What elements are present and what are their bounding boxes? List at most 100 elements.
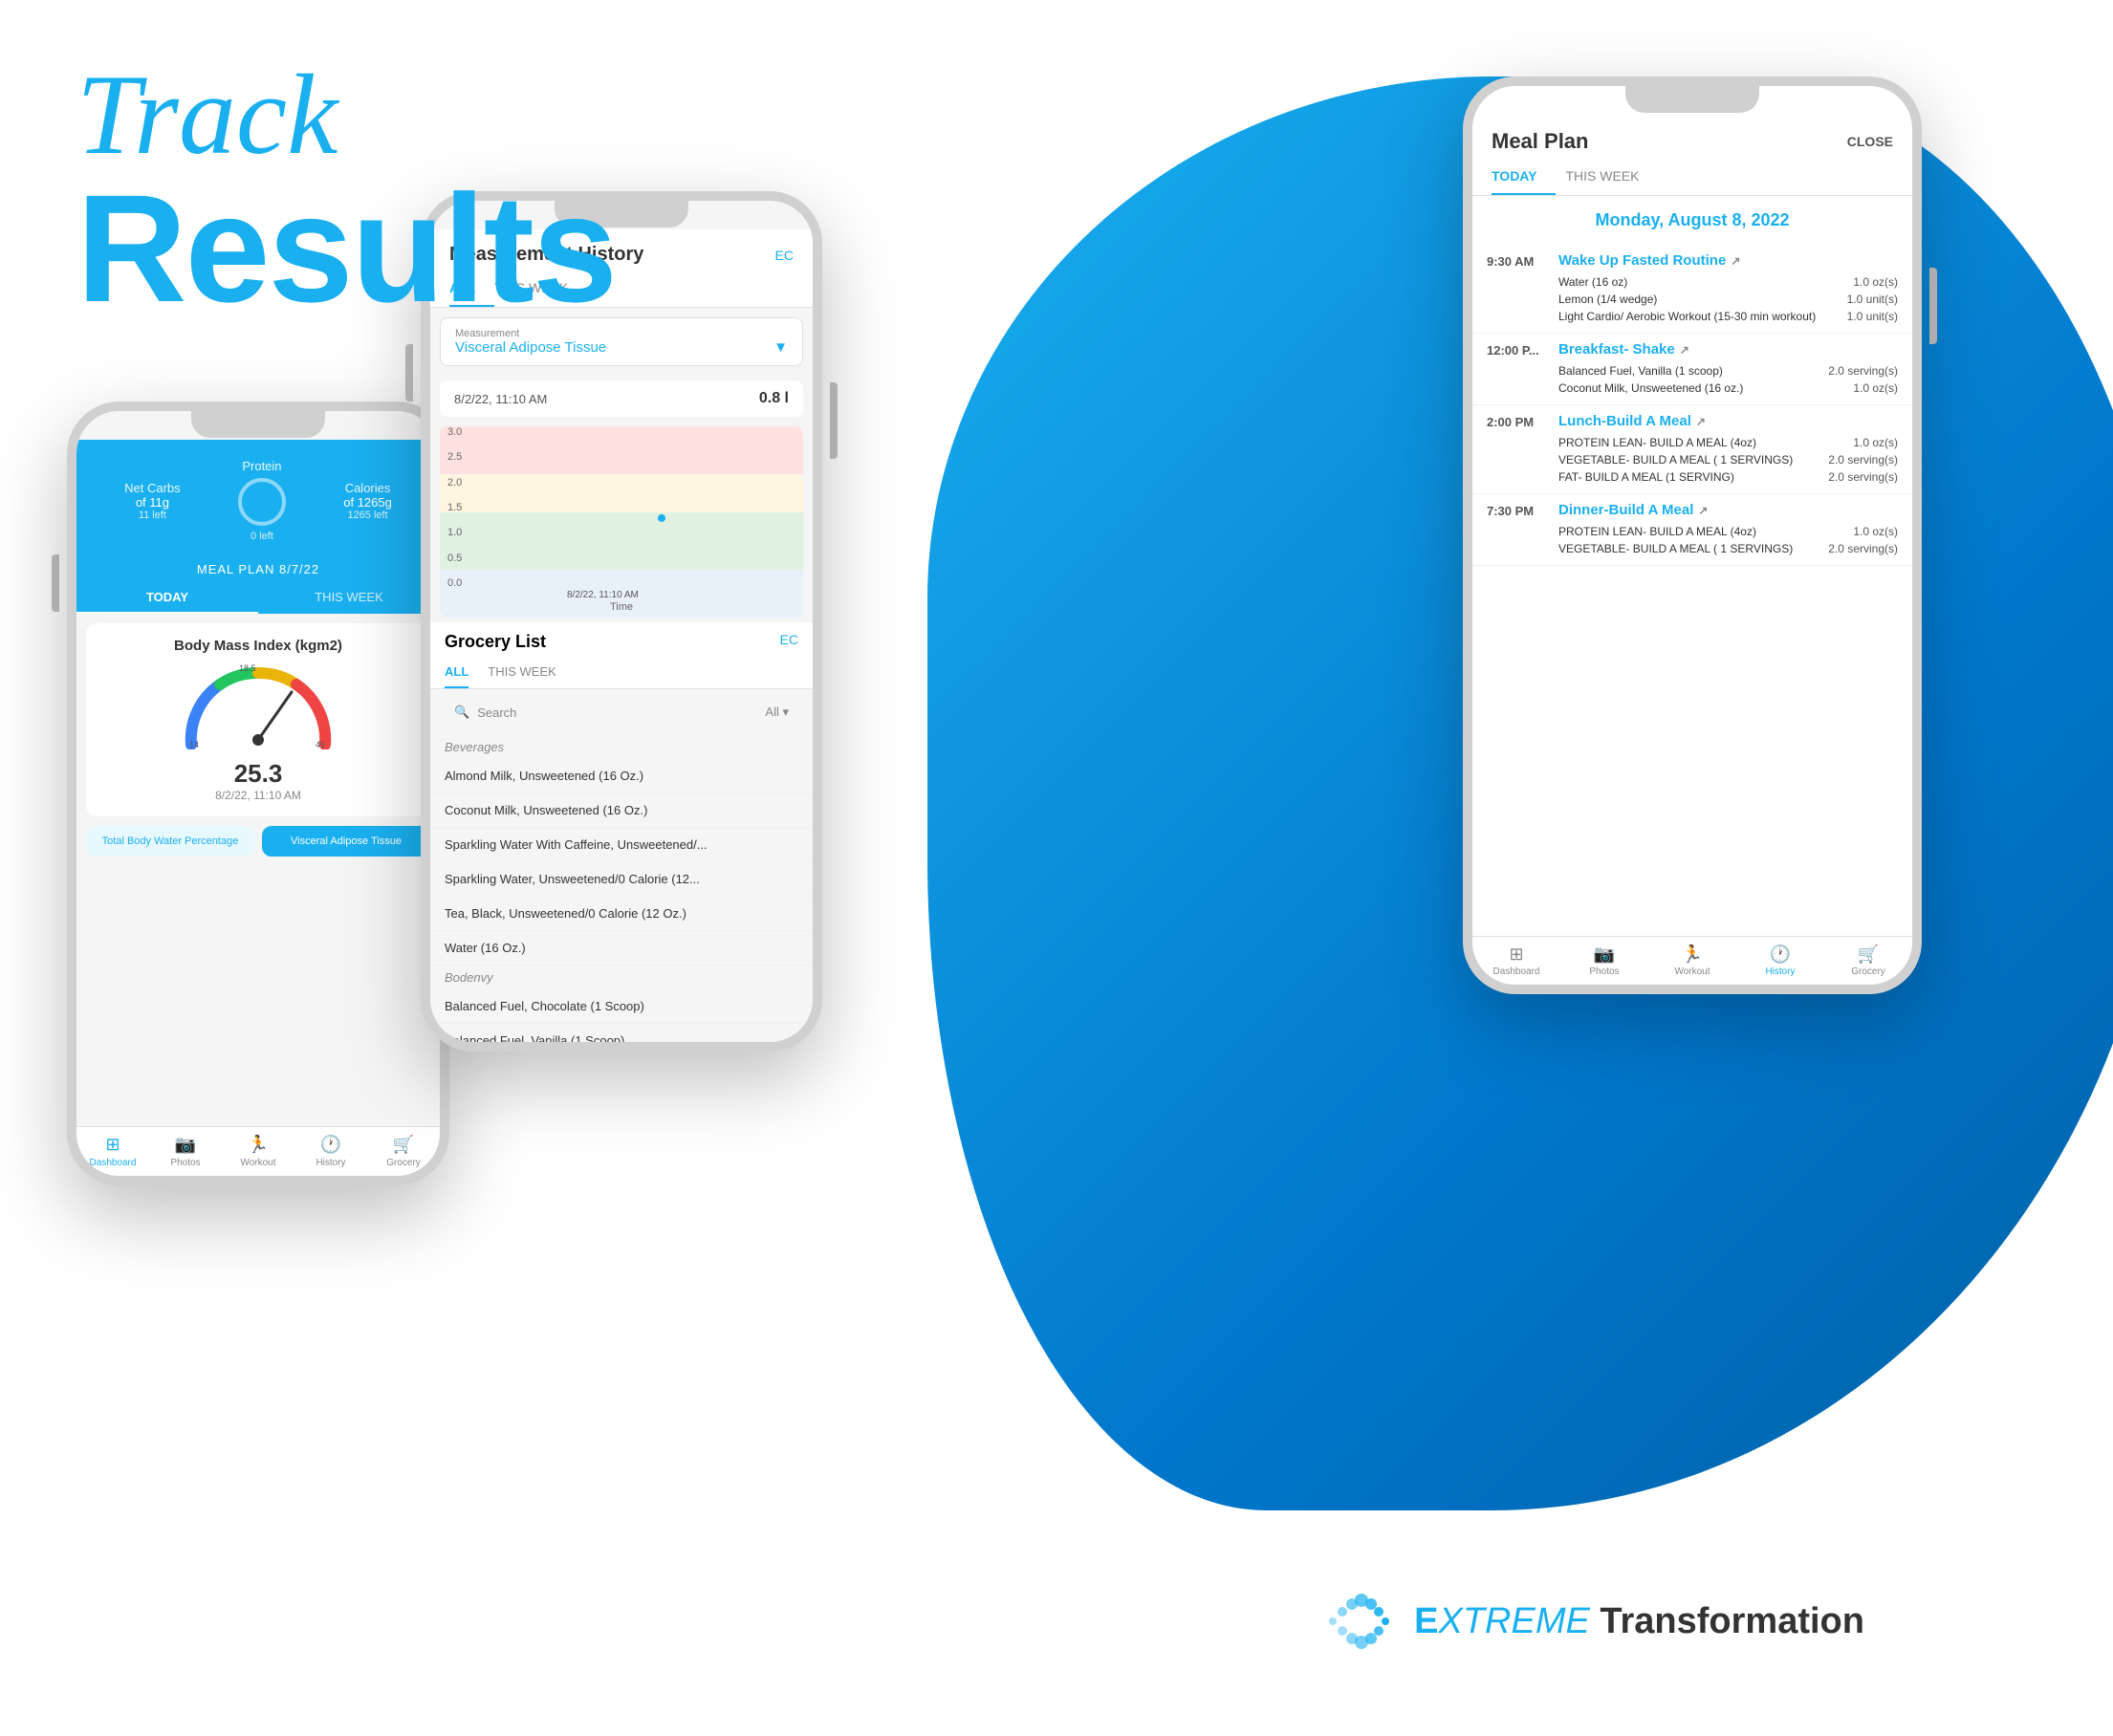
- meal-tab-week[interactable]: THIS WEEK: [1565, 159, 1658, 195]
- workout-icon: 🏃: [248, 1135, 269, 1155]
- nav3-history[interactable]: 🕐 History: [1736, 944, 1824, 977]
- wake-up-time: 9:30 AM: [1487, 252, 1549, 325]
- results-label: Results: [76, 172, 616, 325]
- breakfast-content: Breakfast- Shake ↗ Balanced Fuel, Vanill…: [1558, 341, 1898, 397]
- total-body-label: Total Body Water Percentage: [96, 835, 245, 847]
- protein-stat: Protein 0 left: [238, 459, 286, 542]
- nav-history[interactable]: 🕐 History: [294, 1135, 367, 1168]
- meal-tab-today[interactable]: TODAY: [1492, 159, 1556, 195]
- tab-today[interactable]: TODAY: [76, 582, 258, 614]
- bmi-gauge-svg: 14 18.5 45: [182, 663, 335, 749]
- nav-dashboard[interactable]: ⊞ Dashboard: [76, 1135, 149, 1168]
- grocery-tab-all[interactable]: ALL: [445, 657, 468, 688]
- close-button[interactable]: CLOSE: [1847, 134, 1893, 149]
- grocery-edit[interactable]: EC: [780, 632, 798, 652]
- svg-text:45: 45: [316, 740, 325, 749]
- grocery-header: Grocery List EC: [430, 622, 813, 657]
- net-carbs-left: 11 left: [124, 510, 181, 521]
- lunch-link-icon: ↗: [1696, 415, 1706, 428]
- lunch-content: Lunch-Build A Meal ↗ PROTEIN LEAN- BUILD…: [1558, 413, 1898, 486]
- calories-left: 1265 left: [343, 510, 392, 521]
- wake-up-item-1: Water (16 oz) 1.0 oz(s): [1558, 273, 1898, 291]
- nav3-photos-icon: 📷: [1594, 944, 1615, 965]
- volume-button-2: [405, 344, 413, 401]
- lunch-item-2-name: VEGETABLE- BUILD A MEAL ( 1 SERVINGS): [1558, 453, 1828, 467]
- chart-zone-green: [440, 512, 803, 570]
- power-button-2: [830, 382, 838, 459]
- tab-this-week[interactable]: THIS WEEK: [258, 582, 440, 614]
- protein-circle: [238, 478, 286, 526]
- dinner-item-1: PROTEIN LEAN- BUILD A MEAL (4oz) 1.0 oz(…: [1558, 523, 1898, 540]
- meal-plan-title: Meal Plan: [1492, 129, 1588, 154]
- grocery-tabs: ALL THIS WEEK: [430, 657, 813, 689]
- breakfast-item-1: Balanced Fuel, Vanilla (1 scoop) 2.0 ser…: [1558, 362, 1898, 380]
- meal-lunch: 2:00 PM Lunch-Build A Meal ↗ PROTEIN LEA…: [1472, 405, 1912, 494]
- meal-plan-bar: MEAL PLAN 8/7/22: [76, 556, 440, 582]
- breakfast-title-text: Breakfast- Shake: [1558, 341, 1675, 358]
- breakfast-item-1-qty: 2.0 serving(s): [1828, 364, 1898, 378]
- all-filter-label: All ▾: [765, 705, 789, 720]
- dinner-item-1-name: PROTEIN LEAN- BUILD A MEAL (4oz): [1558, 525, 1853, 538]
- lunch-item-3-qty: 2.0 serving(s): [1828, 470, 1898, 484]
- bmi-section: Body Mass Index (kgm2) 14 18.5: [86, 623, 430, 816]
- nav3-workout[interactable]: 🏃 Workout: [1648, 944, 1736, 977]
- dinner-item-1-qty: 1.0 oz(s): [1853, 525, 1898, 538]
- phone-shell-1: Net Carbs of 11g 11 left Protein 0 left …: [67, 401, 449, 1185]
- breakfast-item-1-name: Balanced Fuel, Vanilla (1 scoop): [1558, 364, 1828, 378]
- phone1-content: Net Carbs of 11g 11 left Protein 0 left …: [76, 411, 440, 1176]
- breakfast-item-2-qty: 1.0 oz(s): [1853, 381, 1898, 395]
- reading-date: 8/2/22, 11:10 AM: [454, 392, 547, 406]
- total-body-card: Total Body Water Percentage: [86, 826, 254, 857]
- nav-photos[interactable]: 📷 Photos: [149, 1135, 222, 1168]
- metrics-row: Total Body Water Percentage Visceral Adi…: [86, 826, 430, 857]
- grocery-search[interactable]: 🔍 Search All ▾: [440, 697, 803, 727]
- y-label-1: 1.0: [447, 527, 462, 538]
- y-label-0: 0.0: [447, 577, 462, 589]
- lunch-item-2-qty: 2.0 serving(s): [1828, 453, 1898, 467]
- nav3-dashboard[interactable]: ⊞ Dashboard: [1472, 944, 1560, 977]
- svg-text:18.5: 18.5: [239, 663, 256, 673]
- nav-workout-label: Workout: [240, 1158, 275, 1168]
- wake-up-item-2-qty: 1.0 unit(s): [1847, 293, 1898, 306]
- breakfast-title: Breakfast- Shake ↗: [1558, 341, 1898, 358]
- meal-plan-date: Monday, August 8, 2022: [1472, 196, 1912, 245]
- visceral-label: Visceral Adipose Tissue: [272, 835, 421, 847]
- breakfast-time: 12:00 P...: [1487, 341, 1549, 397]
- grocery-item-tea: Tea, Black, Unsweetened/0 Calorie (12 Oz…: [430, 897, 813, 931]
- wake-up-content: Wake Up Fasted Routine ↗ Water (16 oz) 1…: [1558, 252, 1898, 325]
- grocery-tab-week[interactable]: THIS WEEK: [488, 657, 556, 688]
- et-transformation: Transformation: [1590, 1601, 1864, 1641]
- calories-value: of 1265g: [343, 495, 392, 510]
- stats-row: Net Carbs of 11g 11 left Protein 0 left …: [96, 459, 421, 542]
- nav-workout[interactable]: 🏃 Workout: [222, 1135, 294, 1168]
- dropdown-arrow-icon: ▼: [773, 339, 788, 356]
- phone3-content: Meal Plan CLOSE TODAY THIS WEEK Monday, …: [1472, 86, 1912, 985]
- wake-up-item-3-name: Light Cardio/ Aerobic Workout (15-30 min…: [1558, 310, 1847, 323]
- lunch-item-1-name: PROTEIN LEAN- BUILD A MEAL (4oz): [1558, 436, 1853, 449]
- dinner-title-text: Dinner-Build A Meal: [1558, 502, 1693, 518]
- meal-dinner: 7:30 PM Dinner-Build A Meal ↗ PROTEIN LE…: [1472, 494, 1912, 566]
- meal-wake-up: 9:30 AM Wake Up Fasted Routine ↗ Water (…: [1472, 245, 1912, 334]
- nav3-dashboard-icon: ⊞: [1509, 944, 1523, 965]
- chart-y-labels: 3.0 2.5 2.0 1.5 1.0 0.5 0.0: [447, 426, 462, 589]
- y-label-15: 1.5: [447, 502, 462, 513]
- bmi-value: 25.3: [100, 759, 416, 789]
- track-label: Track: [76, 57, 616, 172]
- protein-label: Protein: [238, 459, 286, 473]
- nav-grocery[interactable]: 🛒 Grocery: [367, 1135, 440, 1168]
- measurement-edit[interactable]: EC: [775, 248, 794, 263]
- y-label-2: 2.0: [447, 477, 462, 488]
- meals-scroll: 9:30 AM Wake Up Fasted Routine ↗ Water (…: [1472, 245, 1912, 936]
- meal-plan-header: Meal Plan CLOSE: [1472, 115, 1912, 159]
- et-logo-icon: [1323, 1583, 1400, 1660]
- lunch-item-2: VEGETABLE- BUILD A MEAL ( 1 SERVINGS) 2.…: [1558, 451, 1898, 468]
- chart-zone-red: [440, 426, 803, 474]
- net-carbs-label: Net Carbs: [124, 481, 181, 495]
- phone-meal-plan: Meal Plan CLOSE TODAY THIS WEEK Monday, …: [1463, 76, 1922, 994]
- wake-up-title: Wake Up Fasted Routine ↗: [1558, 252, 1898, 269]
- nav3-photos[interactable]: 📷 Photos: [1560, 944, 1648, 977]
- grocery-item-coconut-milk: Coconut Milk, Unsweetened (16 Oz.): [430, 793, 813, 828]
- breakfast-item-2-name: Coconut Milk, Unsweetened (16 oz.): [1558, 381, 1853, 395]
- nav3-grocery[interactable]: 🛒 Grocery: [1824, 944, 1912, 977]
- et-e-letter: E: [1414, 1601, 1438, 1641]
